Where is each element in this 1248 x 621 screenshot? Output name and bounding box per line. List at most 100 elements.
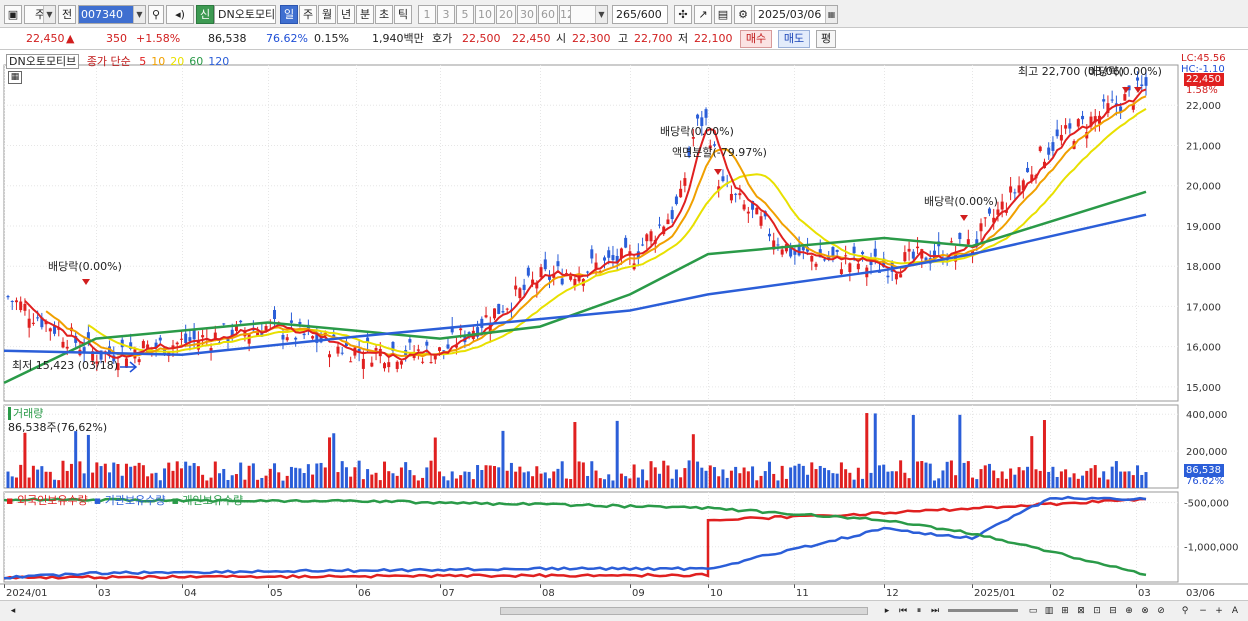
volume-bar (1102, 471, 1106, 488)
candle-body (1000, 201, 1004, 210)
volume-bar (734, 466, 738, 488)
candle-body (899, 274, 903, 278)
avg-button[interactable]: 평 (816, 30, 836, 48)
volume-bar (674, 469, 678, 488)
search-icon[interactable]: ⚲ (148, 5, 164, 24)
volume-bar (932, 480, 936, 488)
volume-bar (789, 467, 793, 488)
stock-name-field[interactable]: DN오토모티 (214, 5, 276, 24)
zoom-out-icon[interactable]: − (1196, 604, 1210, 618)
volume-bar (357, 460, 361, 488)
candle-body (14, 300, 18, 303)
x-axis-right-label: 03/06 (1186, 588, 1215, 599)
zoom-icon[interactable]: ⚲ (1178, 604, 1192, 618)
volume-bar (725, 477, 729, 488)
scroll-left-icon[interactable]: ◂ (6, 604, 20, 618)
volume-bar (598, 478, 602, 488)
tool-icon[interactable]: ↗ (694, 5, 712, 24)
tool-c-icon[interactable]: ⊡ (1090, 604, 1104, 618)
tool-g-icon[interactable]: ⊘ (1154, 604, 1168, 618)
period-tab-5[interactable]: 초 (375, 5, 393, 24)
scroll-track[interactable] (500, 607, 868, 615)
interval-button-20[interactable]: 20 (496, 5, 516, 24)
scroll-right-icon[interactable]: ▸ (880, 604, 894, 618)
volume-bar (251, 463, 255, 488)
period-tab-3[interactable]: 년 (337, 5, 355, 24)
save-icon[interactable]: ▤ (714, 5, 732, 24)
candle-body (340, 352, 344, 354)
volume-bar (586, 475, 590, 488)
price-annotation: 배당락(0.00%) (48, 260, 122, 273)
candle-body (852, 246, 856, 254)
buy-button[interactable]: 매수 (740, 30, 772, 48)
volume-bar (319, 462, 323, 488)
volume-bar (1072, 473, 1076, 488)
volume-bar (137, 462, 141, 488)
candle-body (27, 318, 31, 328)
zoom-slider[interactable] (948, 609, 1018, 612)
count-field[interactable]: 265/600 (612, 5, 668, 24)
period-tab-2[interactable]: 월 (318, 5, 336, 24)
volume-bar (91, 472, 95, 488)
first-page-icon[interactable]: ⏮ (896, 604, 910, 618)
crosshair-icon[interactable]: ✣ (674, 5, 692, 24)
volume-bar (40, 466, 44, 488)
interval-button-30[interactable]: 30 (517, 5, 537, 24)
period-tab-0[interactable]: 일 (280, 5, 298, 24)
interval-dropdown[interactable]: ▼ (570, 5, 608, 24)
period-tab-1[interactable]: 주 (299, 5, 317, 24)
layout-icon[interactable]: ▭ (1026, 604, 1040, 618)
candle-body (810, 255, 814, 262)
volume-bar (463, 471, 467, 488)
font-size-icon[interactable]: A (1228, 604, 1242, 618)
volume-bar (522, 472, 526, 488)
interval-button-5[interactable]: 5 (456, 5, 474, 24)
window-menu-icon[interactable]: ▣ (4, 5, 22, 24)
candle-body (611, 255, 615, 261)
candle-body (328, 354, 332, 358)
candle-body (683, 178, 687, 186)
tool-a-icon[interactable]: ⊞ (1058, 604, 1072, 618)
candle-body (679, 188, 683, 198)
stock-code-input[interactable]: 007340 ▼ (78, 5, 146, 24)
volume-bar (1000, 471, 1004, 488)
volume-bar (577, 461, 581, 488)
speaker-icon[interactable]: ◂) (166, 5, 194, 24)
period-prefix-dropdown[interactable]: 주 ▼ (24, 5, 56, 24)
volume-bar (844, 469, 848, 488)
volume-bar (213, 461, 217, 488)
tool-f-icon[interactable]: ⊗ (1138, 604, 1152, 618)
volume-bar (277, 472, 281, 488)
sell-button[interactable]: 매도 (778, 30, 810, 48)
candle-body (839, 269, 843, 275)
tool-b-icon[interactable]: ⊠ (1074, 604, 1088, 618)
interval-button-60[interactable]: 60 (538, 5, 558, 24)
volume-bar (861, 478, 865, 488)
prev-button[interactable]: 전 (58, 5, 76, 24)
volume-bar (1013, 474, 1017, 488)
chart-canvas[interactable]: 15,000 16,000 17,000 18,000 19,000 20,000 21,0… (0, 51, 1248, 600)
volume-bar (1076, 478, 1080, 488)
date-field[interactable]: 2025/03/06 ▦ (754, 5, 838, 24)
pause-icon[interactable]: ⏸ (912, 604, 926, 618)
period-tab-6[interactable]: 틱 (394, 5, 412, 24)
zoom-in-icon[interactable]: + (1212, 604, 1226, 618)
volume-value: 86,538 (208, 32, 247, 45)
interval-button-3[interactable]: 3 (437, 5, 455, 24)
volume-bar (649, 461, 653, 488)
candle-body (526, 267, 530, 276)
candle-body (1026, 167, 1030, 173)
gear-icon[interactable]: ⚙ (734, 5, 752, 24)
grid-toggle-icon[interactable]: ▦ (8, 71, 22, 84)
volume-bar (958, 414, 962, 488)
tool-d-icon[interactable]: ⊟ (1106, 604, 1120, 618)
interval-button-1[interactable]: 1 (418, 5, 436, 24)
last-page-icon[interactable]: ⏭ (928, 604, 942, 618)
tool-e-icon[interactable]: ⊕ (1122, 604, 1136, 618)
compare-icon[interactable]: ▥ (1042, 604, 1056, 618)
volume-bar (332, 433, 336, 488)
period-tab-4[interactable]: 분 (356, 5, 374, 24)
current-price: 22,450 (26, 32, 65, 45)
interval-button-10[interactable]: 10 (475, 5, 495, 24)
candle-body (856, 263, 860, 270)
